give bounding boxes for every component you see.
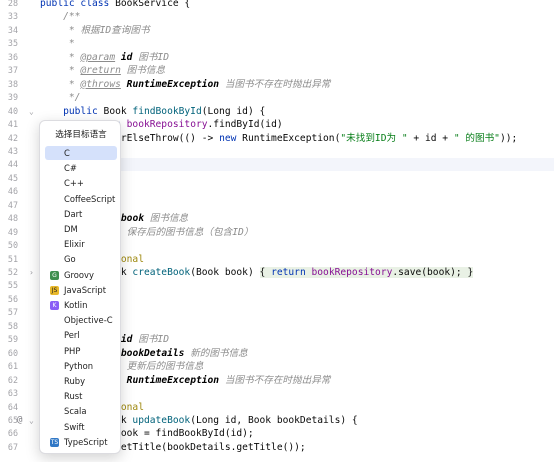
language-option-label: PHP (64, 345, 81, 356)
language-option[interactable]: JS JavaScript (45, 283, 117, 297)
language-option-label: Groovy (64, 269, 94, 280)
groovy-icon: G (50, 270, 59, 280)
popup-title: 选择目标语言 (55, 130, 107, 140)
language-option-label: Ruby (64, 376, 86, 386)
language-option[interactable]: Swift (45, 420, 117, 434)
line-number: 62 (7, 374, 18, 385)
line-number: 40 (7, 105, 18, 116)
line-number: 44 (7, 159, 18, 170)
language-option-label: Swift (64, 421, 85, 432)
line-number-gutter: 28 33 34 35 36 37 38 39 40 ⌄ 41 42 43 44 45 46 47 48 49 50 5… (0, 0, 36, 462)
line-number: 48 (7, 213, 18, 224)
line-number: 35 (7, 38, 18, 49)
language-option-label: C (64, 148, 70, 158)
line-number: 47 (7, 199, 18, 210)
language-option[interactable]: Ruby (45, 374, 117, 388)
line-number: 39 (7, 92, 18, 103)
language-option-label: Objective-C (64, 315, 113, 326)
language-option[interactable]: Dart (45, 207, 117, 221)
code-line[interactable]: */ (40, 91, 554, 104)
line-number: 67 (7, 441, 18, 452)
line-number: 50 (7, 240, 18, 251)
language-option-label: CoffeeScript (64, 193, 116, 204)
line-number: 59 (7, 334, 18, 345)
language-option[interactable]: DM (45, 222, 117, 236)
code-line[interactable]: public class BookService { (40, 0, 554, 10)
line-number: 51 (7, 253, 18, 264)
line-number: 49 (7, 226, 18, 237)
line-number: 33 (7, 11, 18, 22)
fold-expand-icon[interactable]: › (29, 266, 34, 279)
language-option-label: Perl (64, 330, 80, 341)
fold-collapse-icon[interactable]: ⌄ (29, 105, 34, 118)
line-number: 55 (7, 280, 18, 291)
code-line[interactable]: /** (40, 10, 554, 23)
language-option[interactable]: TS TypeScript (45, 435, 117, 449)
javascript-icon: JS (50, 285, 59, 295)
line-number: 66 (7, 428, 18, 439)
line-number: 42 (7, 132, 18, 143)
language-option[interactable]: Go (45, 252, 117, 266)
line-number: 37 (7, 65, 18, 76)
line-number: 58 (7, 320, 18, 331)
language-option-label: C++ (64, 178, 84, 189)
language-option[interactable]: CoffeeScript (45, 192, 117, 206)
language-option[interactable]: PHP (45, 344, 117, 358)
language-option-label: Dart (64, 208, 83, 219)
language-option[interactable]: C (45, 146, 117, 160)
language-option-label: Elixir (64, 239, 85, 250)
language-option[interactable]: Rust (45, 389, 117, 403)
line-number: 57 (7, 307, 18, 318)
kotlin-icon: K (50, 301, 59, 310)
line-number: 64 (7, 401, 18, 412)
code-line[interactable]: * (40, 37, 554, 50)
line-number: 34 (7, 24, 18, 35)
code-line[interactable]: * 根据ID查询图书 (40, 24, 554, 37)
line-number: 38 (7, 78, 18, 89)
language-option-label: DM (64, 224, 78, 234)
line-number: 61 (7, 361, 18, 372)
code-line[interactable]: * @throws RuntimeException 当图书不存在时抛出异常 (40, 78, 554, 91)
line-number: 43 (7, 145, 18, 156)
language-option-label: JavaScript (64, 284, 106, 295)
language-option[interactable]: G Groovy (45, 268, 117, 282)
language-option[interactable]: C++ (45, 176, 117, 190)
language-option[interactable]: C# (45, 161, 117, 175)
language-option[interactable]: Scala (45, 404, 117, 418)
code-line[interactable]: * @param id 图书ID (40, 51, 554, 64)
line-number: 56 (7, 293, 18, 304)
code-line[interactable]: public Book findBookById(Long id) { (40, 105, 554, 118)
target-language-popup: 选择目标语言 C C# C++ CoffeeScript Dart DM Elixir Go G… (39, 120, 121, 454)
language-option-label: Go (64, 254, 76, 265)
line-number: 52 (7, 267, 18, 277)
language-option-label: Python (64, 360, 94, 371)
line-number: 60 (7, 347, 18, 358)
annotation-marker-icon[interactable]: @ (17, 414, 22, 427)
language-option[interactable]: Objective-C (45, 313, 117, 327)
language-option-label: C# (64, 163, 77, 174)
typescript-icon: TS (50, 437, 59, 447)
line-number: 45 (7, 172, 18, 183)
language-option[interactable]: Elixir (45, 237, 117, 251)
code-line[interactable]: * @return 图书信息 (40, 64, 554, 77)
language-option[interactable]: Python (45, 359, 117, 373)
line-number: 46 (7, 186, 18, 197)
line-number: 65 (7, 414, 18, 425)
language-option-label: Scala (64, 406, 87, 417)
line-number: 28 (7, 0, 18, 8)
language-option-label: Kotlin (64, 300, 88, 310)
line-number: 63 (7, 388, 18, 399)
language-option[interactable]: Perl (45, 328, 117, 342)
language-option-label: Rust (64, 391, 83, 402)
language-option-label: TypeScript (64, 436, 108, 447)
line-number: 36 (7, 51, 18, 62)
language-option[interactable]: K Kotlin (45, 298, 117, 312)
fold-collapse-icon[interactable]: ⌄ (29, 414, 34, 427)
line-number: 41 (7, 119, 18, 130)
